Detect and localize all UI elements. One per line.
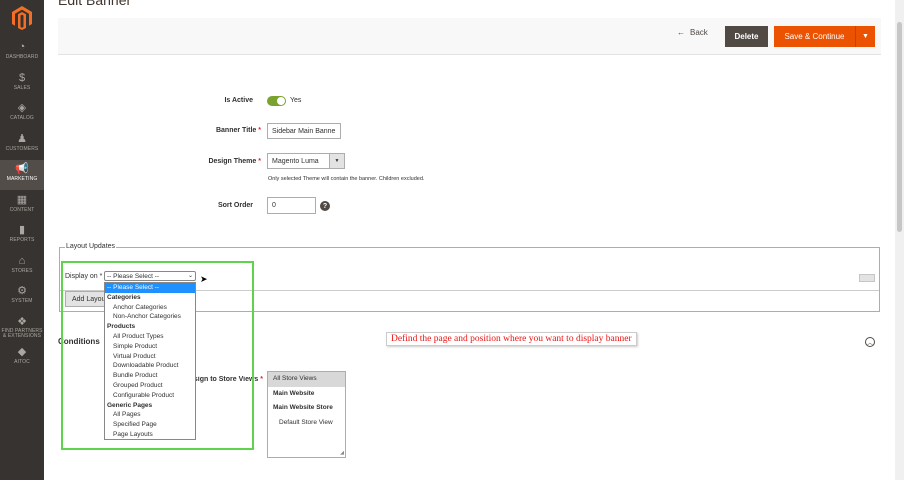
page-actions-bar: ← Back Delete Save & Continue ▼ bbox=[58, 18, 881, 55]
store-view-option[interactable]: Main Website Store bbox=[268, 401, 345, 416]
dropdown-group-label: Categories bbox=[107, 293, 141, 301]
is-active-toggle[interactable] bbox=[267, 96, 286, 106]
sidebar-item-label: Dashboard bbox=[5, 54, 39, 60]
layout-icon: ▦ bbox=[16, 193, 28, 206]
is-active-label: Is Active bbox=[224, 97, 253, 104]
sidebar-item-stores[interactable]: ⌂ Stores bbox=[0, 252, 44, 282]
is-active-value: Yes bbox=[290, 97, 302, 104]
dropdown-group-label: Generic Pages bbox=[107, 401, 153, 409]
store-view-option[interactable]: Main Website bbox=[268, 387, 345, 402]
dropdown-option[interactable]: Bundle Product bbox=[105, 371, 195, 381]
dropdown-option[interactable]: Non-Anchor Categories bbox=[105, 312, 195, 322]
sidebar-item-dashboard[interactable]: ◔ Dashboard bbox=[0, 38, 44, 68]
display-on-select[interactable]: -- Please Select -- ⌄ bbox=[104, 271, 196, 281]
sidebar-item-label: Stores bbox=[11, 267, 33, 274]
back-button-label: Back bbox=[690, 28, 708, 37]
banner-title-input[interactable]: Sidebar Main Banne bbox=[267, 123, 341, 139]
sidebar-item-customers[interactable]: ♟ Customers bbox=[0, 130, 44, 160]
sidebar-item-marketing[interactable]: 📢 Marketing bbox=[0, 160, 44, 190]
sidebar-item-label: Aitoc bbox=[14, 359, 30, 365]
aitoc-icon: ◆ bbox=[17, 346, 27, 358]
person-icon: ♟ bbox=[17, 132, 27, 145]
sidebar-item-label: System bbox=[11, 298, 33, 304]
dollar-icon: $ bbox=[18, 71, 26, 84]
app-root: ◔ Dashboard $ Sales ◈ Catalog ♟ Customers 📢 Marke… bbox=[0, 0, 904, 480]
cube-icon: ◈ bbox=[17, 102, 27, 114]
chevron-down-icon: ⌄ bbox=[187, 273, 193, 279]
select-arrow-icon: ▼ bbox=[329, 154, 344, 168]
cubes-icon: ❖ bbox=[17, 315, 27, 328]
page-title: Edit Banner bbox=[58, 0, 132, 8]
design-theme-value: Magento Luma bbox=[272, 157, 319, 165]
display-on-label: Display on * bbox=[65, 273, 103, 280]
page-scrollbar-thumb[interactable] bbox=[897, 22, 902, 232]
sidebar-item-aitoc[interactable]: ◆ Aitoc bbox=[0, 343, 44, 373]
sidebar-item-find-partners-extensions[interactable]: ❖ Find Partners & Extensions bbox=[0, 313, 44, 343]
sidebar-item-content[interactable]: ▦ Content bbox=[0, 191, 44, 221]
arrow-left-icon: ← bbox=[677, 28, 685, 37]
megaphone-icon: 📢 bbox=[15, 163, 29, 175]
dropdown-option[interactable]: Page Layouts bbox=[105, 430, 195, 439]
sidebar-item-label: Catalog bbox=[10, 115, 34, 121]
back-button[interactable]: ← Back bbox=[677, 28, 708, 37]
save-options-toggle[interactable]: ▼ bbox=[855, 26, 875, 47]
sidebar-item-label: Marketing bbox=[6, 176, 38, 182]
dropdown-option[interactable]: -- Please Select -- bbox=[105, 283, 195, 293]
delete-button[interactable]: Delete bbox=[725, 26, 768, 47]
display-on-dropdown-list[interactable]: -- Please Select -- Categories Anchor Cate… bbox=[104, 282, 196, 440]
display-on-value: -- Please Select -- bbox=[107, 272, 160, 280]
design-theme-label: Design Theme * bbox=[208, 158, 261, 165]
sidebar-item-label: Customers bbox=[5, 145, 39, 152]
gear-icon: ⚙ bbox=[17, 285, 27, 297]
dropdown-option[interactable]: Grouped Product bbox=[105, 381, 195, 391]
mouse-cursor-icon: ➤ bbox=[200, 274, 208, 284]
admin-sidebar: ◔ Dashboard $ Sales ◈ Catalog ♟ Customers 📢 Marke… bbox=[0, 0, 44, 480]
dropdown-option[interactable]: Downloadable Product bbox=[105, 361, 195, 371]
dropdown-option[interactable]: All Pages bbox=[105, 410, 195, 420]
annotation-note: Defind the page and position where you w… bbox=[386, 332, 637, 346]
store-icon: ⌂ bbox=[18, 254, 26, 267]
dropdown-option[interactable]: Configurable Product bbox=[105, 391, 195, 401]
sidebar-item-sales[interactable]: $ Sales bbox=[0, 69, 44, 99]
banner-title-label: Banner Title * bbox=[215, 127, 261, 134]
dropdown-option[interactable]: Specified Page bbox=[105, 420, 195, 430]
sidebar-item-reports[interactable]: ▮ Reports bbox=[0, 221, 44, 251]
dropdown-option[interactable]: All Product Types bbox=[105, 332, 195, 342]
sidebar-item-label: Find Partners & Extensions bbox=[1, 327, 43, 339]
dropdown-group-label: Products bbox=[107, 323, 136, 331]
dropdown-option[interactable]: Virtual Product bbox=[105, 352, 195, 362]
sidebar-item-catalog[interactable]: ◈ Catalog bbox=[0, 99, 44, 129]
help-icon[interactable]: ? bbox=[320, 201, 330, 211]
sidebar-item-system[interactable]: ⚙ System bbox=[0, 282, 44, 312]
sort-order-input[interactable]: 0 bbox=[267, 197, 316, 214]
conditions-section-title[interactable]: Conditions bbox=[58, 337, 100, 346]
sort-order-label: Sort Order bbox=[217, 202, 253, 209]
collapse-up-icon[interactable]: ︿ bbox=[865, 337, 875, 347]
dashboard-icon: ◔ bbox=[18, 41, 26, 53]
dropdown-option[interactable]: Simple Product bbox=[105, 342, 195, 352]
store-view-option[interactable]: Default Store View bbox=[268, 416, 345, 431]
sidebar-item-label: Content bbox=[9, 206, 35, 213]
magento-logo-icon[interactable] bbox=[0, 0, 44, 36]
layout-updates-legend: Layout Updates bbox=[65, 243, 117, 250]
resize-grip-icon[interactable]: ◢ bbox=[340, 450, 344, 456]
store-view-option[interactable]: All Store Views bbox=[268, 372, 345, 387]
bar-chart-icon: ▮ bbox=[18, 224, 26, 236]
design-theme-select[interactable]: Magento Luma ▼ bbox=[267, 153, 345, 169]
remove-layout-button[interactable] bbox=[859, 274, 875, 282]
dropdown-option[interactable]: Anchor Categories bbox=[105, 303, 195, 313]
save-continue-button[interactable]: Save & Continue bbox=[774, 26, 855, 47]
sidebar-item-label: Reports bbox=[9, 237, 35, 243]
caret-down-icon: ▼ bbox=[862, 33, 869, 40]
store-views-multiselect[interactable]: All Store Views Main Website Main Website … bbox=[267, 371, 346, 458]
design-theme-note: Only selected Theme will contain the ban… bbox=[268, 176, 425, 182]
sidebar-item-label: Sales bbox=[13, 84, 31, 91]
